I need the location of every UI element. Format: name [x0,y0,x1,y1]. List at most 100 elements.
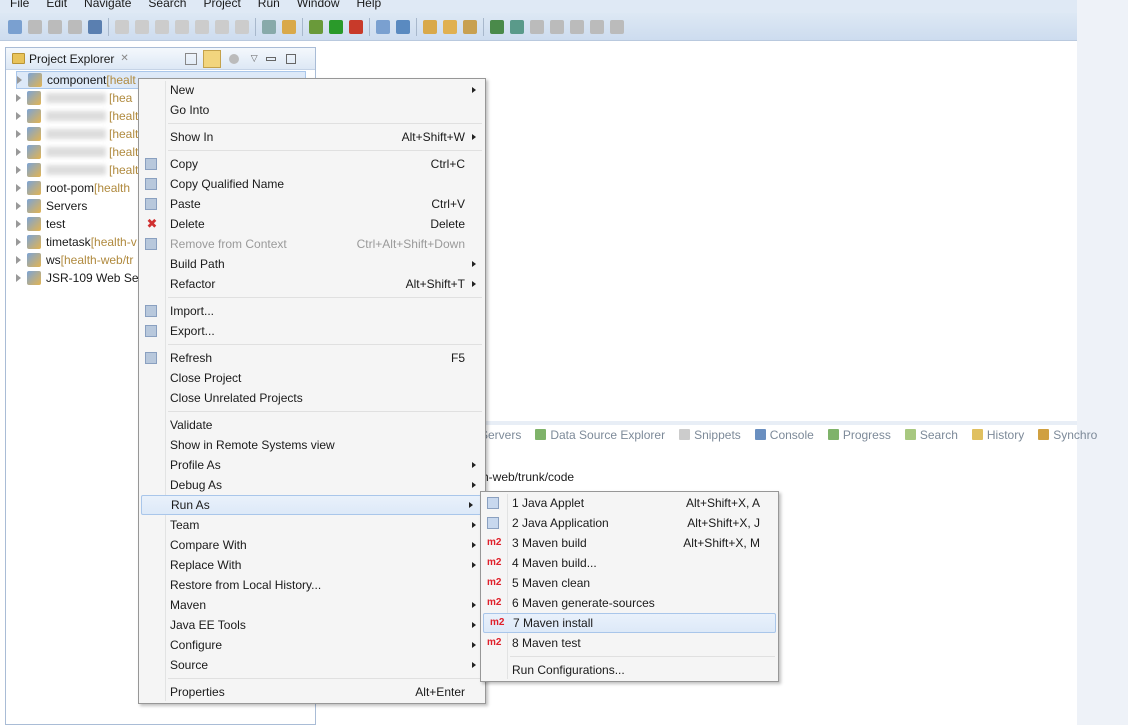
toolbar-button-icon[interactable] [423,19,437,34]
menu-item-import[interactable]: Import... [139,301,485,321]
filter-icon[interactable] [228,53,239,64]
tree-item[interactable]: test [16,215,65,233]
toolbar-button-icon[interactable] [8,19,22,34]
tree-item[interactable]: Servers [16,197,87,215]
menu-item-3-maven-build[interactable]: m2 3 Maven build Alt+Shift+X, M [481,533,778,553]
menu-item-run-configurations[interactable]: Run Configurations... [481,660,778,680]
tree-item[interactable]: root-pom [health [16,179,130,197]
menu-item-show-in-remote-systems-view[interactable]: Show in Remote Systems view [139,435,485,455]
menu-edit[interactable]: Edit [46,0,67,13]
tree-item[interactable]: JSR-109 Web Ser [16,269,143,287]
toolbar-button-icon[interactable] [510,19,524,34]
menu-item-java-ee-tools[interactable]: Java EE Tools [139,615,485,635]
tab-progress[interactable]: Progress [827,428,891,442]
menu-item-7-maven-install[interactable]: m2 7 Maven install [483,613,776,633]
menu-item-configure[interactable]: Configure [139,635,485,655]
menu-item-build-path[interactable]: Build Path [139,254,485,274]
menu-item-1-java-applet[interactable]: 1 Java Applet Alt+Shift+X, A [481,493,778,513]
toolbar-button-icon[interactable] [550,19,564,34]
toolbar-button-icon[interactable] [88,19,102,34]
tree-item[interactable]: [health-w [16,107,158,125]
menu-item-maven[interactable]: Maven [139,595,485,615]
menu-item-restore-from-local-history[interactable]: Restore from Local History... [139,575,485,595]
menu-file[interactable]: File [10,0,29,13]
menu-item-4-maven-build[interactable]: m2 4 Maven build... [481,553,778,573]
maximize-icon[interactable] [285,53,296,64]
menu-item-6-maven-generate-sources[interactable]: m2 6 Maven generate-sources [481,593,778,613]
collapse-all-icon[interactable] [184,52,197,65]
menu-item-compare-with[interactable]: Compare With [139,535,485,555]
menu-item-refactor[interactable]: Refactor Alt+Shift+T [139,274,485,294]
toolbar-button-icon[interactable] [68,19,82,34]
toolbar-button-icon[interactable] [48,19,62,34]
expand-arrow-icon[interactable] [16,166,21,174]
menu-item-debug-as[interactable]: Debug As [139,475,485,495]
expand-arrow-icon[interactable] [16,94,21,102]
project-explorer-title[interactable]: Project Explorer [29,52,114,66]
toolbar-button-icon[interactable] [590,19,604,34]
tab-data-source-explorer[interactable]: Data Source Explorer [535,428,665,442]
tree-item[interactable]: ws [health-web/tr [16,251,133,269]
menu-item-close-project[interactable]: Close Project [139,368,485,388]
toolbar-button-icon[interactable] [490,19,504,34]
link-with-editor-icon[interactable] [202,49,221,68]
menu-item-refresh[interactable]: Refresh F5 [139,348,485,368]
tab-synchro[interactable]: Synchro [1038,428,1097,442]
expand-arrow-icon[interactable] [16,256,21,264]
menu-project[interactable]: Project [203,0,240,13]
expand-arrow-icon[interactable] [16,238,21,246]
tree-item[interactable]: timetask [health-v [16,233,137,251]
toolbar-button-icon[interactable] [463,19,477,34]
toolbar-button-icon[interactable] [530,19,544,34]
view-menu-icon[interactable]: ▽ [251,53,258,64]
menu-item-5-maven-clean[interactable]: m2 5 Maven clean [481,573,778,593]
toolbar-button-icon[interactable] [175,19,189,34]
tab-history[interactable]: History [971,428,1024,442]
toolbar-button-icon[interactable] [155,19,169,34]
menu-item-properties[interactable]: Properties Alt+Enter [139,682,485,702]
toolbar-button-icon[interactable] [235,19,249,34]
expand-arrow-icon[interactable] [16,220,21,228]
menu-item-copy[interactable]: Copy Ctrl+C [139,154,485,174]
menu-window[interactable]: Window [297,0,340,13]
expand-arrow-icon[interactable] [16,184,21,192]
menu-item-delete[interactable]: ✖ Delete Delete [139,214,485,234]
toolbar-button-icon[interactable] [329,19,343,34]
toolbar-button-icon[interactable] [135,19,149,34]
menu-item-validate[interactable]: Validate [139,415,485,435]
menu-item-replace-with[interactable]: Replace With [139,555,485,575]
menu-item-remove-from-context[interactable]: Remove from Context Ctrl+Alt+Shift+Down [139,234,485,254]
tab-snippets[interactable]: Snippets [679,428,741,442]
menu-item-source[interactable]: Source [139,655,485,675]
menu-item-go-into[interactable]: Go Into [139,100,485,120]
toolbar-button-icon[interactable] [115,19,129,34]
expand-arrow-icon[interactable] [16,130,21,138]
expand-arrow-icon[interactable] [16,112,21,120]
toolbar-button-icon[interactable] [610,19,624,34]
menu-item-new[interactable]: New [139,80,485,100]
toolbar-button-icon[interactable] [309,19,323,34]
tree-item[interactable]: [health-w [16,161,158,179]
menu-item-copy-qualified-name[interactable]: Copy Qualified Name [139,174,485,194]
toolbar-button-icon[interactable] [376,19,390,34]
expand-arrow-icon[interactable] [16,274,21,282]
toolbar-button-icon[interactable] [443,19,457,34]
tab-servers[interactable]: Servers [480,428,521,442]
tab-search[interactable]: Search [904,428,958,442]
toolbar-button-icon[interactable] [570,19,584,34]
expand-arrow-icon[interactable] [16,148,21,156]
expand-arrow-icon[interactable] [17,76,22,84]
toolbar-button-icon[interactable] [282,19,296,34]
menu-item-close-unrelated-projects[interactable]: Close Unrelated Projects [139,388,485,408]
menu-navigate[interactable]: Navigate [84,0,131,13]
menu-item-team[interactable]: Team [139,515,485,535]
tab-console[interactable]: Console [754,428,814,442]
toolbar-button-icon[interactable] [195,19,209,34]
toolbar-button-icon[interactable] [396,19,410,34]
menu-help[interactable]: Help [357,0,382,13]
menu-run[interactable]: Run [258,0,280,13]
expand-arrow-icon[interactable] [16,202,21,210]
menu-item-export[interactable]: Export... [139,321,485,341]
minimize-icon[interactable] [265,56,276,61]
close-view-icon[interactable]: ✕ [120,53,128,64]
